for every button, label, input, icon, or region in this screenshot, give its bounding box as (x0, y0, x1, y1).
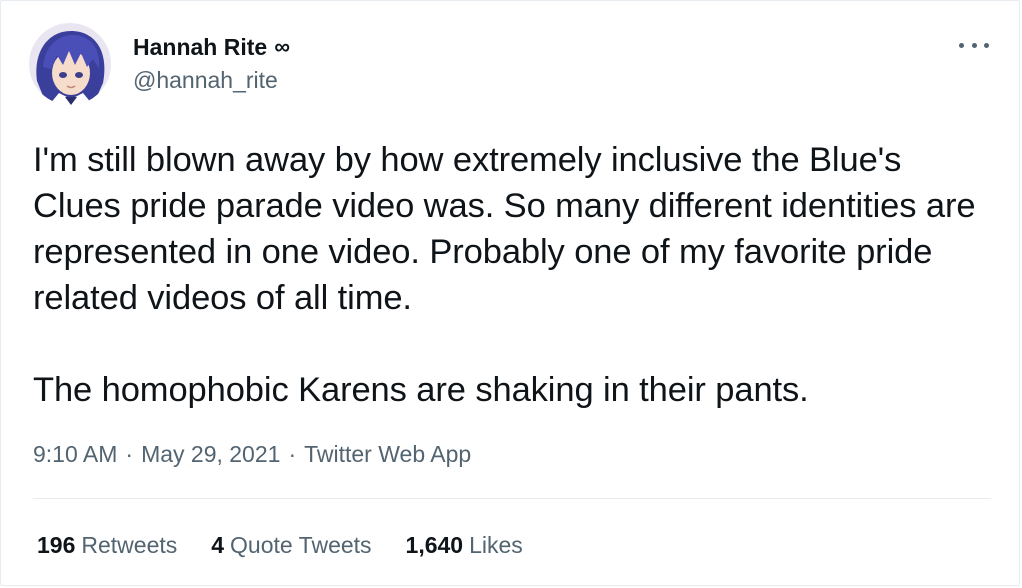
quote-tweets-label: Quote Tweets (230, 532, 372, 558)
divider (33, 498, 991, 499)
meta-separator: · (288, 441, 297, 467)
user-handle[interactable]: @hannah_rite (133, 64, 290, 96)
more-dot (959, 42, 964, 48)
tweet-stats: 196 Retweets 4 Quote Tweets 1,640 Likes (37, 529, 557, 561)
retweets-stat[interactable]: 196 Retweets (37, 529, 177, 561)
more-dot (984, 42, 989, 48)
retweets-count: 196 (37, 532, 76, 558)
user-info: Hannah Rite ∞ @hannah_rite (133, 32, 290, 96)
likes-stat[interactable]: 1,640 Likes (406, 529, 523, 561)
tweet-meta: 9:10 AM · May 29, 2021 · Twitter Web App (33, 439, 471, 469)
infinity-icon: ∞ (274, 34, 290, 59)
avatar-image (29, 23, 111, 105)
more-horizontal-icon[interactable] (959, 35, 989, 55)
tweet-time[interactable]: 9:10 AM (33, 439, 117, 469)
more-dot (971, 42, 977, 48)
tweet-header: Hannah Rite ∞ @hannah_rite (29, 23, 290, 105)
avatar[interactable] (29, 23, 111, 105)
likes-label: Likes (469, 532, 523, 558)
tweet-paragraph: The homophobic Karens are shaking in the… (33, 371, 809, 409)
likes-count: 1,640 (405, 532, 464, 558)
retweets-label: Retweets (81, 532, 178, 558)
tweet-source[interactable]: Twitter Web App (304, 439, 471, 469)
tweet-date[interactable]: May 29, 2021 (141, 439, 280, 469)
tweet-paragraph: I'm still blown away by how extremely in… (33, 141, 976, 317)
quote-tweets-count: 4 (211, 532, 225, 558)
meta-separator: · (125, 441, 134, 467)
tweet-card: Hannah Rite ∞ @hannah_rite I'm still blo… (0, 0, 1020, 586)
quote-tweets-stat[interactable]: 4 Quote Tweets (211, 529, 371, 561)
display-name[interactable]: Hannah Rite (133, 32, 267, 62)
display-name-row[interactable]: Hannah Rite ∞ (133, 32, 290, 62)
tweet-text: I'm still blown away by how extremely in… (33, 137, 993, 413)
